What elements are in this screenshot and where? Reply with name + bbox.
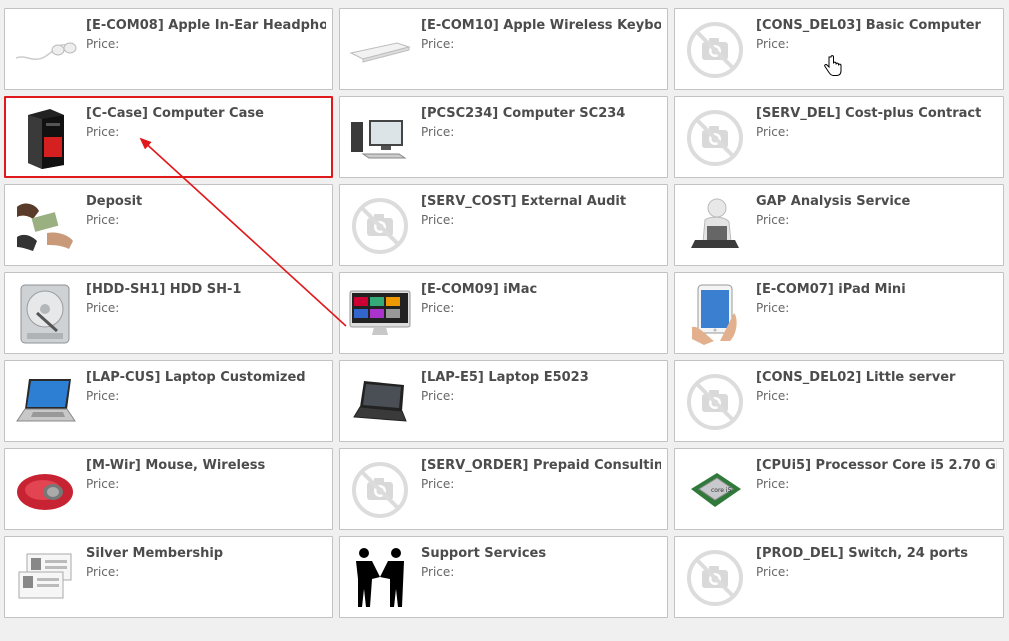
handshake-icon	[346, 545, 414, 611]
product-card[interactable]: [M-Wir] Mouse, Wireless Price:	[4, 448, 333, 530]
no-image-icon	[681, 105, 749, 171]
product-card[interactable]: [PROD_DEL] Switch, 24 ports Price:	[674, 536, 1004, 618]
person-laptop-icon	[681, 193, 749, 259]
product-price-label: Price:	[86, 125, 120, 139]
product-grid: [E-COM08] Apple In-Ear HeadphonesPrice: …	[4, 8, 1004, 618]
product-name: [LAP-E5] Laptop E5023	[421, 370, 589, 385]
product-price-label: Price:	[421, 37, 455, 51]
product-card[interactable]: [PCSC234] Computer SC234 Price:	[339, 96, 668, 178]
product-name: [CONS_DEL03] Basic Computer	[756, 18, 981, 33]
product-price-label: Price:	[756, 125, 790, 139]
product-name: [E-COM09] iMac	[421, 282, 538, 297]
product-card[interactable]: Deposit Price:	[4, 184, 333, 266]
product-card[interactable]: GAP Analysis Service Price:	[674, 184, 1004, 266]
product-price-label: Price:	[86, 301, 120, 315]
product-name: [CONS_DEL02] Little server	[756, 370, 956, 385]
product-name: [M-Wir] Mouse, Wireless	[86, 458, 266, 473]
no-image-icon	[681, 17, 749, 83]
product-card[interactable]: core i5 [CPUi5] Processor Core i5 2.70 G…	[674, 448, 1004, 530]
product-card[interactable]: [CONS_DEL03] Basic Computer Price:	[674, 8, 1004, 90]
product-price-label: Price:	[756, 301, 790, 315]
product-name: [LAP-CUS] Laptop Customized	[86, 370, 306, 385]
laptop-blue-icon	[11, 369, 79, 435]
mouse-icon	[11, 457, 79, 523]
product-card[interactable]: [C-Case] Computer Case Price:	[4, 96, 333, 178]
product-card[interactable]: [CONS_DEL02] Little server Price:	[674, 360, 1004, 442]
product-name: Deposit	[86, 194, 143, 209]
desktop-computer-icon	[346, 105, 414, 171]
product-card[interactable]: [E-COM09] iMac Price:	[339, 272, 668, 354]
product-price-label: Price:	[421, 565, 455, 579]
product-price-label: Price:	[86, 37, 120, 51]
product-card[interactable]: [HDD-SH1] HDD SH-1 Price:	[4, 272, 333, 354]
product-price-label: Price:	[756, 37, 790, 51]
product-name: [SERV_COST] External Audit	[421, 194, 627, 209]
product-name: Support Services	[421, 546, 547, 561]
product-name: [SERV_DEL] Cost-plus Contract	[756, 106, 982, 121]
product-card[interactable]: [E-COM10] Apple Wireless Keyboard Price:	[339, 8, 668, 90]
product-name: [CPUi5] Processor Core i5 2.70 Ghz	[756, 458, 997, 473]
product-name: GAP Analysis Service	[756, 194, 911, 209]
product-card[interactable]: [E-COM07] iPad Mini Price:	[674, 272, 1004, 354]
product-name: [SERV_ORDER] Prepaid Consulting	[421, 458, 661, 473]
product-card[interactable]: [SERV_ORDER] Prepaid Consulting Price:	[339, 448, 668, 530]
product-name: [C-Case] Computer Case	[86, 106, 264, 121]
product-price-label: Price:	[421, 301, 455, 315]
product-price-label: Price:	[86, 389, 120, 403]
membership-cards-icon	[11, 545, 79, 611]
product-price-label: Price:	[756, 389, 790, 403]
product-card[interactable]: [E-COM08] Apple In-Ear Headphones Price:	[4, 8, 333, 90]
product-price-label: Price:	[421, 125, 455, 139]
computer-case-icon	[11, 105, 79, 171]
product-name: [E-COM07] iPad Mini	[756, 282, 906, 297]
product-card[interactable]: Support Services Price:	[339, 536, 668, 618]
laptop-dark-icon	[346, 369, 414, 435]
product-price-label: Price:	[756, 565, 790, 579]
no-image-icon	[681, 369, 749, 435]
cpu-chip-icon: core i5	[681, 457, 749, 523]
product-card[interactable]: Silver Membership Price:	[4, 536, 333, 618]
product-name: [PROD_DEL] Switch, 24 ports	[756, 546, 968, 561]
keyboard-icon	[346, 17, 414, 83]
product-name: [PCSC234] Computer SC234	[421, 106, 626, 121]
product-price-label: Price:	[756, 213, 790, 227]
product-card[interactable]: [SERV_DEL] Cost-plus Contract Price:	[674, 96, 1004, 178]
no-image-icon	[346, 193, 414, 259]
product-name: [HDD-SH1] HDD SH-1	[86, 282, 242, 297]
money-exchange-icon	[11, 193, 79, 259]
product-price-label: Price:	[421, 389, 455, 403]
product-card[interactable]: [LAP-E5] Laptop E5023 Price:	[339, 360, 668, 442]
product-price-label: Price:	[421, 213, 455, 227]
product-price-label: Price:	[86, 213, 120, 227]
product-name: [E-COM10] Apple Wireless Keyboard	[421, 18, 661, 33]
product-name: [E-COM08] Apple In-Ear Headphones	[86, 18, 326, 33]
product-price-label: Price:	[756, 477, 790, 491]
ipad-icon	[681, 281, 749, 347]
product-name: Silver Membership	[86, 546, 224, 561]
svg-text:core i5: core i5	[711, 487, 732, 494]
product-card[interactable]: [LAP-CUS] Laptop Customized Price:	[4, 360, 333, 442]
no-image-icon	[681, 545, 749, 611]
product-card[interactable]: [SERV_COST] External Audit Price:	[339, 184, 668, 266]
product-price-label: Price:	[86, 477, 120, 491]
headphones-icon	[11, 17, 79, 83]
no-image-icon	[346, 457, 414, 523]
product-price-label: Price:	[421, 477, 455, 491]
imac-icon	[346, 281, 414, 347]
product-price-label: Price:	[86, 565, 120, 579]
hard-drive-icon	[11, 281, 79, 347]
